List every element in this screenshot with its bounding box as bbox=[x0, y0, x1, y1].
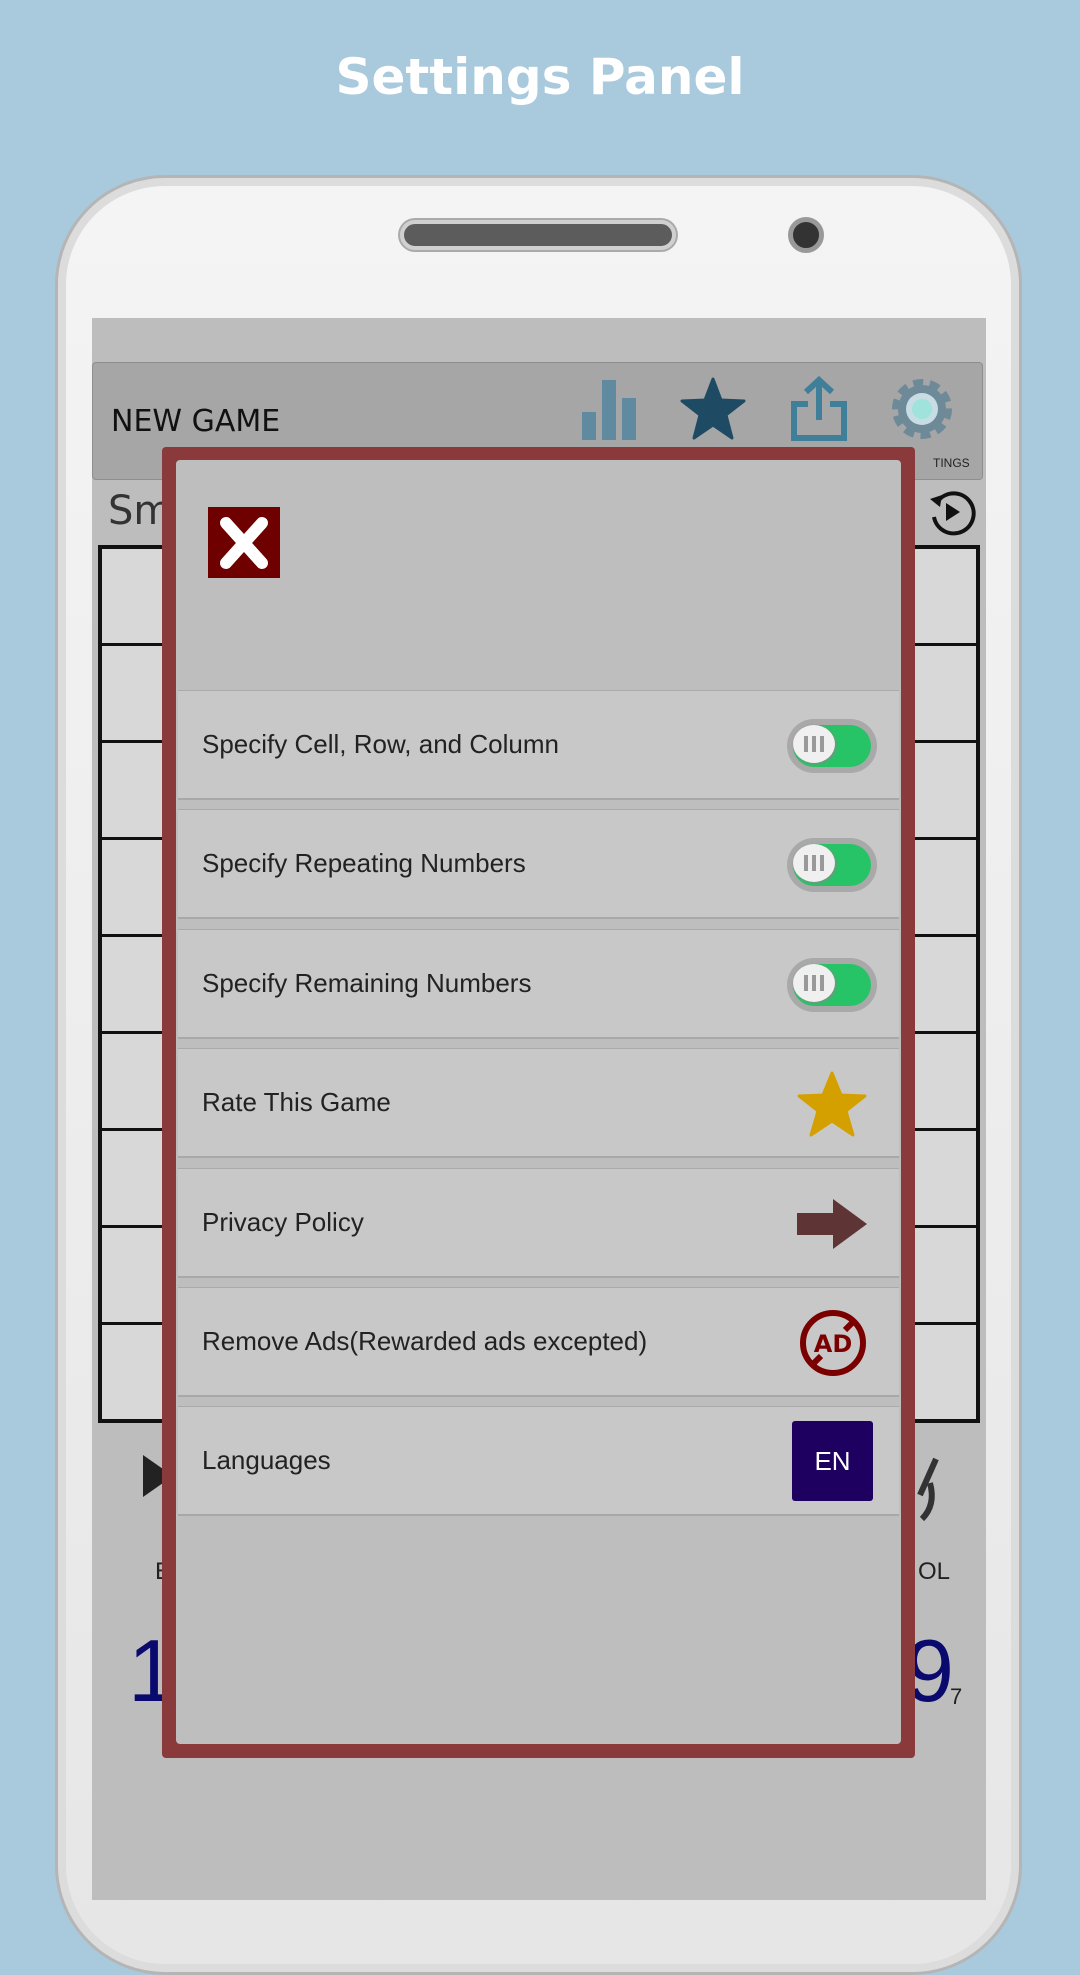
language-button[interactable]: EN bbox=[792, 1421, 873, 1502]
gear-icon[interactable] bbox=[889, 376, 955, 442]
phone-camera bbox=[788, 217, 824, 253]
settings-row[interactable]: Privacy Policy bbox=[178, 1167, 899, 1278]
settings-row[interactable]: Remove Ads(Rewarded ads excepted) AD bbox=[178, 1287, 899, 1397]
settings-row-label: Privacy Policy bbox=[202, 1206, 364, 1237]
settings-row[interactable]: Specify Cell, Row, and Column bbox=[178, 690, 899, 800]
settings-row[interactable]: Specify Remaining Numbers bbox=[178, 928, 899, 1039]
phone-speaker bbox=[400, 220, 676, 250]
bar-chart-icon[interactable] bbox=[578, 376, 644, 442]
close-button[interactable] bbox=[208, 507, 280, 578]
toggle-switch[interactable] bbox=[787, 838, 877, 893]
svg-text:AD: AD bbox=[814, 1330, 853, 1358]
no-ads-icon[interactable]: AD bbox=[787, 1310, 877, 1376]
number-9-count: 7 bbox=[950, 1684, 963, 1709]
replay-icon[interactable] bbox=[926, 487, 976, 537]
page-caption: Settings Panel bbox=[335, 48, 745, 106]
settings-row-label: Remove Ads(Rewarded ads excepted) bbox=[202, 1326, 648, 1356]
settings-row-label: Specify Cell, Row, and Column bbox=[202, 729, 559, 759]
settings-row-label: Languages bbox=[202, 1445, 331, 1476]
star-icon[interactable] bbox=[787, 1071, 877, 1137]
settings-row[interactable]: Specify Repeating Numbers bbox=[178, 809, 899, 920]
toggle-switch[interactable] bbox=[787, 719, 877, 773]
toggle-switch[interactable] bbox=[787, 957, 877, 1012]
star-icon[interactable] bbox=[680, 376, 746, 442]
share-icon[interactable] bbox=[786, 376, 852, 442]
settings-row[interactable]: Languages EN bbox=[178, 1406, 899, 1517]
settings-row-label: Specify Remaining Numbers bbox=[202, 967, 532, 998]
settings-row-label: Rate This Game bbox=[202, 1087, 391, 1118]
new-game-button[interactable]: NEW GAME bbox=[111, 404, 280, 439]
arrow-right-icon[interactable] bbox=[787, 1191, 877, 1257]
right-tool-label: OL bbox=[918, 1558, 951, 1585]
settings-label: TINGS bbox=[933, 456, 970, 470]
settings-row-label: Specify Repeating Numbers bbox=[202, 848, 526, 879]
settings-row[interactable]: Rate This Game bbox=[178, 1048, 899, 1159]
